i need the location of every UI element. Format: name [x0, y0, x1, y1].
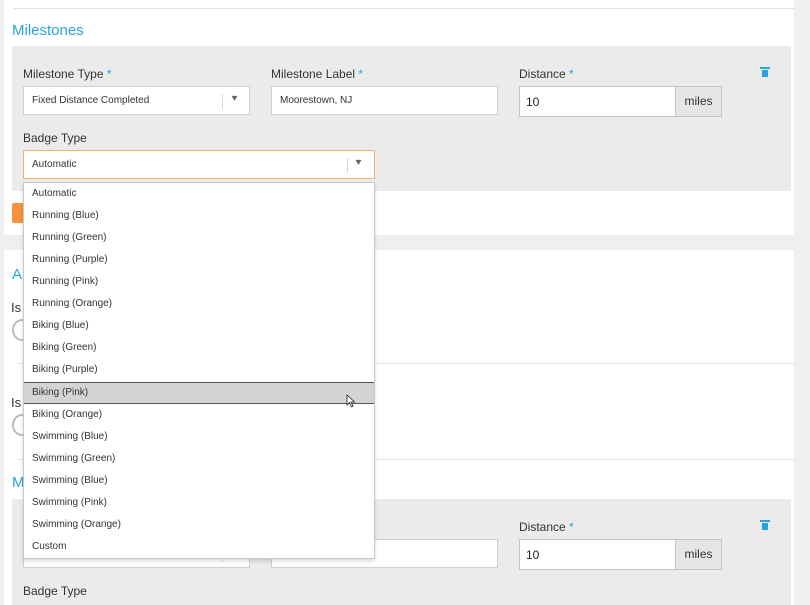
milestone-label-label: Milestone Label *	[271, 67, 364, 81]
dropdown-option[interactable]: Swimming (Green)	[24, 448, 374, 470]
badge-type-dropdown: Automatic Running (Blue) Running (Green)…	[23, 182, 375, 559]
dropdown-option[interactable]: Automatic	[24, 183, 374, 205]
dropdown-option[interactable]: Swimming (Blue)	[24, 426, 374, 448]
dropdown-option[interactable]: Running (Green)	[24, 227, 374, 249]
trash-icon[interactable]	[760, 520, 770, 530]
distance-value: 10	[526, 95, 540, 109]
distance-value: 10	[526, 548, 540, 562]
dropdown-option-highlighted[interactable]: Biking (Pink)	[24, 382, 374, 404]
badge-type-label: Badge Type	[23, 131, 87, 145]
mouse-cursor-icon	[346, 394, 356, 408]
distance-label: Distance *	[519, 67, 574, 81]
toggle-label-partial: Is	[11, 300, 22, 315]
distance-unit: miles	[675, 87, 721, 116]
toggle-label-partial: Is	[11, 395, 22, 410]
dropdown-option[interactable]: Biking (Purple)	[24, 359, 374, 381]
milestone-type-value: Fixed Distance Completed	[32, 95, 150, 106]
chevron-down-icon: ▾	[231, 93, 238, 104]
select-separator	[347, 158, 348, 173]
dropdown-option[interactable]: Biking (Orange)	[24, 404, 374, 426]
dropdown-option[interactable]: Biking (Green)	[24, 337, 374, 359]
top-divider	[14, 8, 794, 9]
dropdown-option[interactable]: Biking (Blue)	[24, 315, 374, 337]
badge-type-label: Badge Type	[23, 584, 87, 598]
dropdown-option[interactable]: Swimming (Orange)	[24, 514, 374, 536]
distance-input[interactable]: 10 miles	[519, 86, 722, 117]
milestone-type-select[interactable]: Fixed Distance Completed ▾	[23, 86, 250, 115]
dropdown-option[interactable]: Running (Orange)	[24, 293, 374, 315]
dropdown-option[interactable]: Running (Purple)	[24, 249, 374, 271]
select-separator	[222, 94, 223, 109]
dropdown-option[interactable]: Swimming (Blue)	[24, 470, 374, 492]
chevron-down-icon: ▾	[355, 157, 362, 168]
dropdown-option[interactable]: Running (Blue)	[24, 205, 374, 227]
badge-type-select[interactable]: Automatic ▾	[23, 150, 375, 179]
dropdown-option[interactable]: Running (Pink)	[24, 271, 374, 293]
milestone-label-input[interactable]: Moorestown, NJ	[271, 86, 498, 115]
distance-input[interactable]: 10 miles	[519, 539, 722, 570]
dropdown-option[interactable]: Custom	[24, 536, 374, 558]
section-heading-partial: A	[12, 266, 23, 283]
milestone-label-value: Moorestown, NJ	[280, 95, 353, 106]
distance-unit: miles	[675, 540, 721, 569]
trash-icon[interactable]	[760, 67, 770, 77]
dropdown-option[interactable]: Swimming (Pink)	[24, 492, 374, 514]
milestones-title: Milestones	[12, 22, 84, 39]
milestone-item-1: Milestone Type * Fixed Distance Complete…	[12, 46, 791, 191]
milestone-type-label: Milestone Type *	[23, 67, 112, 81]
distance-label: Distance *	[519, 520, 574, 534]
badge-type-value: Automatic	[32, 159, 77, 170]
